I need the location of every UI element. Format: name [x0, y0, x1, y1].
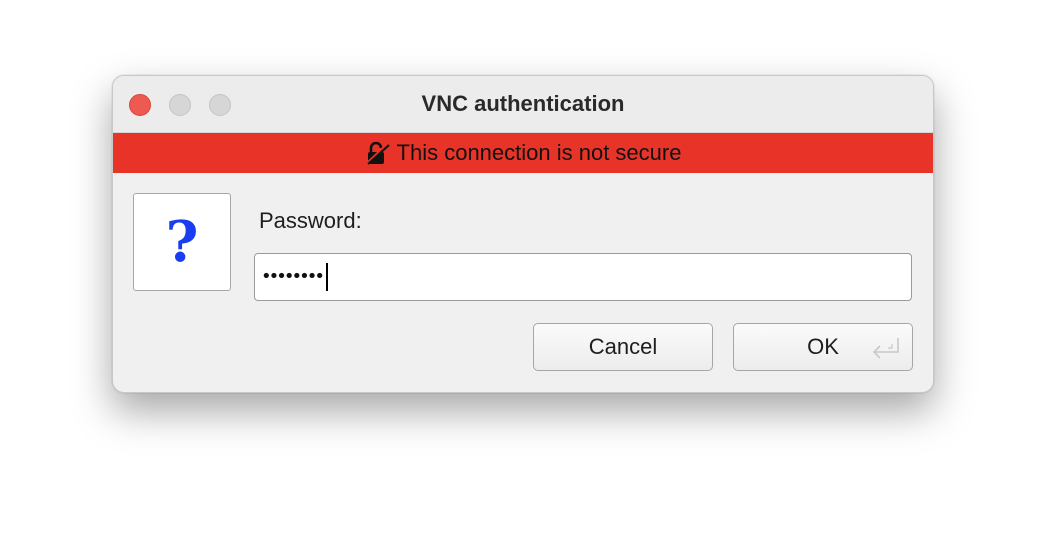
- ok-button[interactable]: OK: [733, 323, 913, 371]
- vnc-auth-dialog: VNC authentication This connection is no…: [112, 75, 934, 393]
- password-label: Password:: [259, 208, 362, 233]
- banner-text: This connection is not secure: [396, 140, 682, 165]
- title-bar[interactable]: VNC authentication: [113, 76, 933, 133]
- password-masked-value: ••••••••: [261, 266, 325, 287]
- return-key-icon: [872, 338, 899, 359]
- ok-button-label: OK: [807, 334, 839, 359]
- question-icon: ?: [133, 193, 231, 291]
- cancel-button[interactable]: Cancel: [533, 323, 713, 371]
- text-caret: [325, 263, 328, 291]
- insecure-connection-banner: This connection is not secure: [113, 133, 933, 173]
- window-title: VNC authentication: [421, 91, 625, 116]
- unlocked-lock-icon: [365, 141, 390, 166]
- password-field[interactable]: ••••••••: [254, 253, 912, 301]
- cancel-button-label: Cancel: [588, 334, 658, 359]
